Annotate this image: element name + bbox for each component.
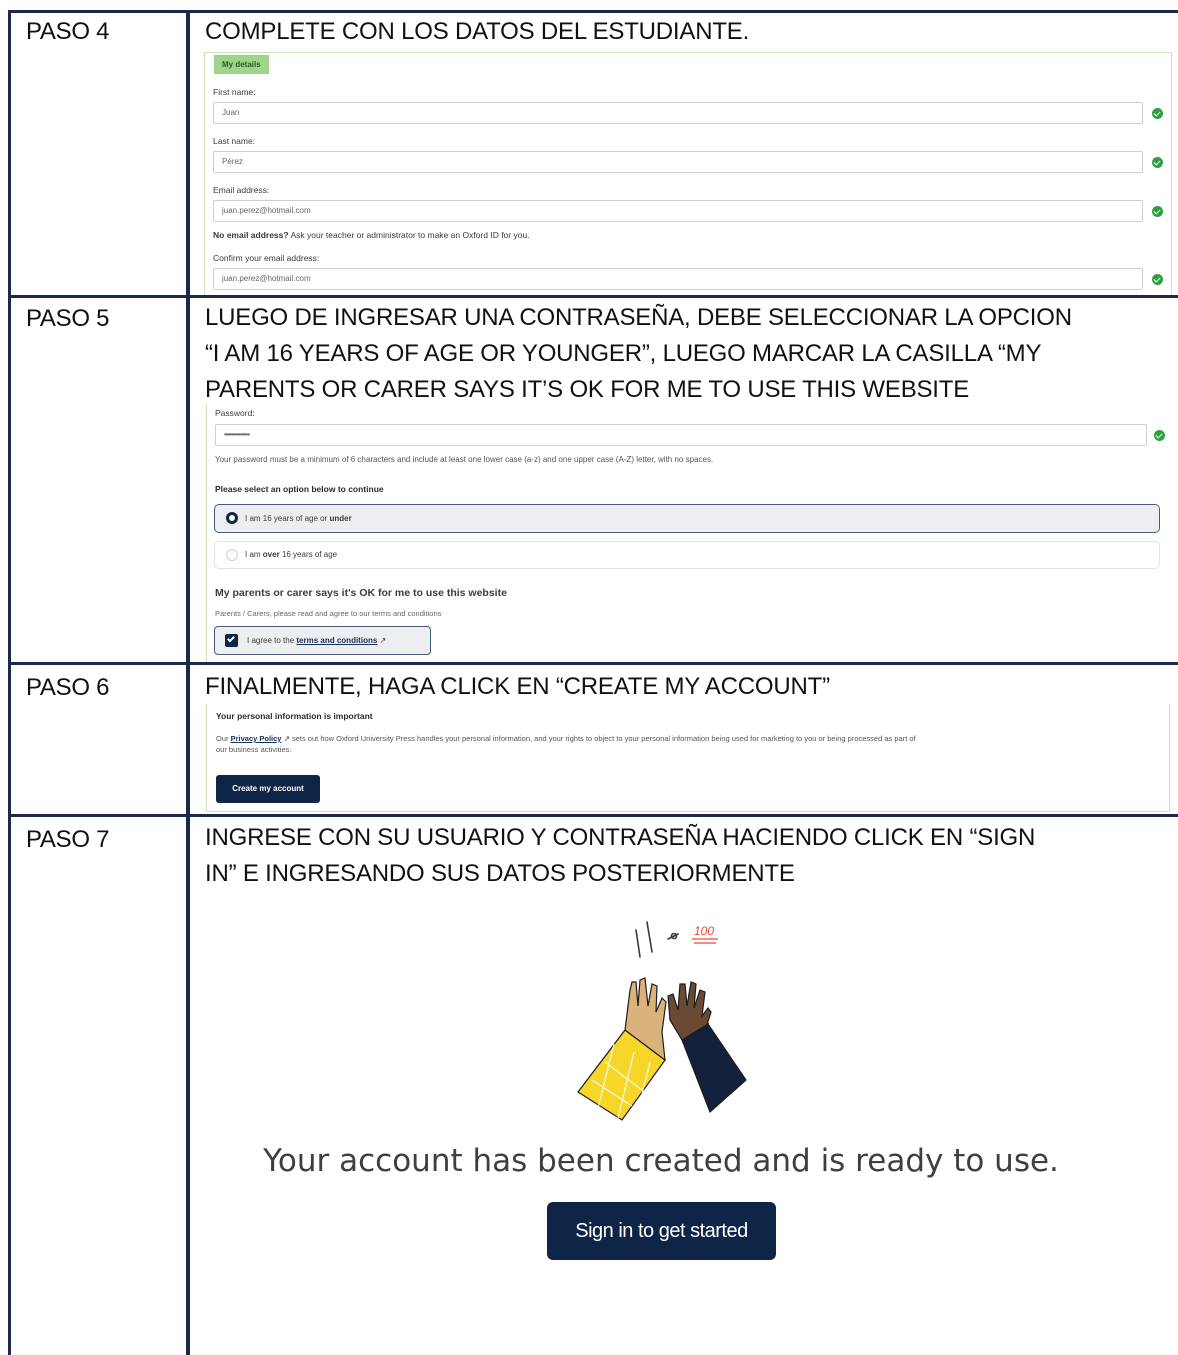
agree-terms-label: I agree to the terms and conditions ↗ <box>247 636 386 645</box>
personal-info-heading: Your personal information is important <box>216 711 373 721</box>
password-field[interactable]: •••••••••••••• <box>215 424 1147 446</box>
no-email-note-bold: No email address? <box>213 230 289 240</box>
step-4-label: PASO 4 <box>26 18 110 45</box>
option-over-16-suffix: 16 years of age <box>281 550 338 559</box>
no-email-note-text: Ask your teacher or administrator to mak… <box>290 230 530 240</box>
account-created-message: Your account has been created and is rea… <box>263 1143 1059 1179</box>
email-field[interactable]: juan.perez@hotmail.com <box>213 200 1143 222</box>
step-6-instruction: FINALMENTE, HAGA CLICK EN “CREATE MY ACC… <box>205 673 830 700</box>
step-7-line-2: IN” E INGRESANDO SUS DATOS POSTERIORMENT… <box>205 860 795 887</box>
radio-selected-icon <box>226 512 238 524</box>
privacy-body-line-1: Our Privacy Policy ↗ sets out how Oxford… <box>216 733 916 744</box>
table-left-border <box>8 10 11 1355</box>
option-under-16[interactable]: I am 16 years of age or under <box>214 504 1160 533</box>
first-name-label: First name: <box>213 87 256 97</box>
consent-subtitle: Parents / Carers, please read and agree … <box>215 609 442 618</box>
privacy-body: Our Privacy Policy ↗ sets out how Oxford… <box>216 733 916 755</box>
external-link-icon: ↗ <box>379 636 387 645</box>
step-5-instruction: LUEGO DE INGRESAR UNA CONTRASEÑA, DEBE S… <box>205 300 1072 408</box>
confirm-email-value: juan.perez@hotmail.com <box>222 274 311 283</box>
row-divider-3 <box>8 814 1178 817</box>
row-divider-2 <box>8 662 1178 665</box>
step-5-line-2: “I AM 16 YEARS OF AGE OR YOUNGER”, LUEGO… <box>205 340 1042 367</box>
row-divider-1 <box>8 295 1178 298</box>
agree-terms-checkbox-row[interactable]: I agree to the terms and conditions ↗ <box>214 626 431 655</box>
last-name-label: Last name: <box>213 136 256 146</box>
step-5-label: PASO 5 <box>26 305 110 332</box>
email-value: juan.perez@hotmail.com <box>222 206 311 215</box>
my-details-tag: My details <box>214 55 269 74</box>
first-name-valid-icon <box>1152 108 1163 119</box>
password-label: Password: <box>215 408 255 418</box>
password-value: •••••••••••••• <box>224 430 250 439</box>
step-7-label: PASO 7 <box>26 826 110 853</box>
password-hint: Your password must be a minimum of 6 cha… <box>215 455 714 464</box>
option-under-16-text: I am 16 years of age or <box>245 514 328 523</box>
select-option-prompt: Please select an option below to continu… <box>215 484 384 494</box>
step-4-instruction: COMPLETE CON LOS DATOS DEL ESTUDIANTE. <box>205 18 750 45</box>
external-link-icon: ↗ <box>283 734 290 743</box>
step-7-instruction: INGRESE CON SU USUARIO Y CONTRASEÑA HACI… <box>205 820 1035 892</box>
first-name-field[interactable]: Juan <box>213 102 1143 124</box>
high-five-illustration: 100 <box>577 921 747 1121</box>
sparkle-lines-icon <box>635 921 679 958</box>
table-top-border <box>8 10 1178 13</box>
confirm-email-valid-icon <box>1152 274 1163 285</box>
terms-link[interactable]: terms and conditions <box>296 636 377 645</box>
email-label: Email address: <box>213 185 270 195</box>
create-my-account-button[interactable]: Create my account <box>216 775 320 803</box>
option-under-16-bold: under <box>329 514 352 523</box>
privacy-body-line-2: our business activities. <box>216 745 292 754</box>
checkbox-checked-icon <box>225 634 238 647</box>
consent-title: My parents or carer says it's OK for me … <box>215 587 507 599</box>
option-over-16-prefix: I am <box>245 550 261 559</box>
password-panel: Password: •••••••••••••• Your password m… <box>206 404 1174 662</box>
hundred-underline-icon <box>692 938 718 944</box>
last-name-valid-icon <box>1152 157 1163 168</box>
option-over-16-bold: over <box>262 550 280 559</box>
hundred-emoji-icon: 100 <box>694 924 714 938</box>
step-7-line-1: INGRESE CON SU USUARIO Y CONTRASEÑA HACI… <box>205 824 1036 851</box>
step-6-label: PASO 6 <box>26 674 110 701</box>
option-under-16-label: I am 16 years of age or under <box>245 514 352 523</box>
last-name-field[interactable]: Pérez <box>213 151 1143 173</box>
option-over-16[interactable]: I am over 16 years of age <box>214 541 1160 569</box>
privacy-body-prefix: Our <box>216 734 229 743</box>
create-account-panel: Your personal information is important O… <box>206 704 1170 812</box>
my-details-panel: My details First name: Juan Last name: P… <box>204 52 1172 295</box>
password-valid-icon <box>1154 430 1165 441</box>
agree-terms-prefix: I agree to the <box>247 636 295 645</box>
privacy-policy-link[interactable]: Privacy Policy <box>231 734 282 743</box>
email-valid-icon <box>1152 206 1163 217</box>
privacy-body-text: sets out how Oxford University Press han… <box>291 734 916 743</box>
step-5-line-1: LUEGO DE INGRESAR UNA CONTRASEÑA, DEBE S… <box>205 304 1072 331</box>
sign-in-button[interactable]: Sign in to get started <box>547 1202 776 1260</box>
step-5-line-3: PARENTS OR CARER SAYS IT’S OK FOR ME TO … <box>205 376 970 403</box>
option-over-16-label: I am over 16 years of age <box>245 550 337 559</box>
no-email-note: No email address? Ask your teacher or ad… <box>213 230 530 240</box>
radio-empty-icon <box>226 549 238 561</box>
first-name-value: Juan <box>222 108 240 117</box>
last-name-value: Pérez <box>222 157 243 166</box>
confirm-email-field[interactable]: juan.perez@hotmail.com <box>213 268 1143 290</box>
navy-sleeve-icon <box>681 1023 747 1114</box>
confirm-email-label: Confirm your email address: <box>213 253 320 263</box>
